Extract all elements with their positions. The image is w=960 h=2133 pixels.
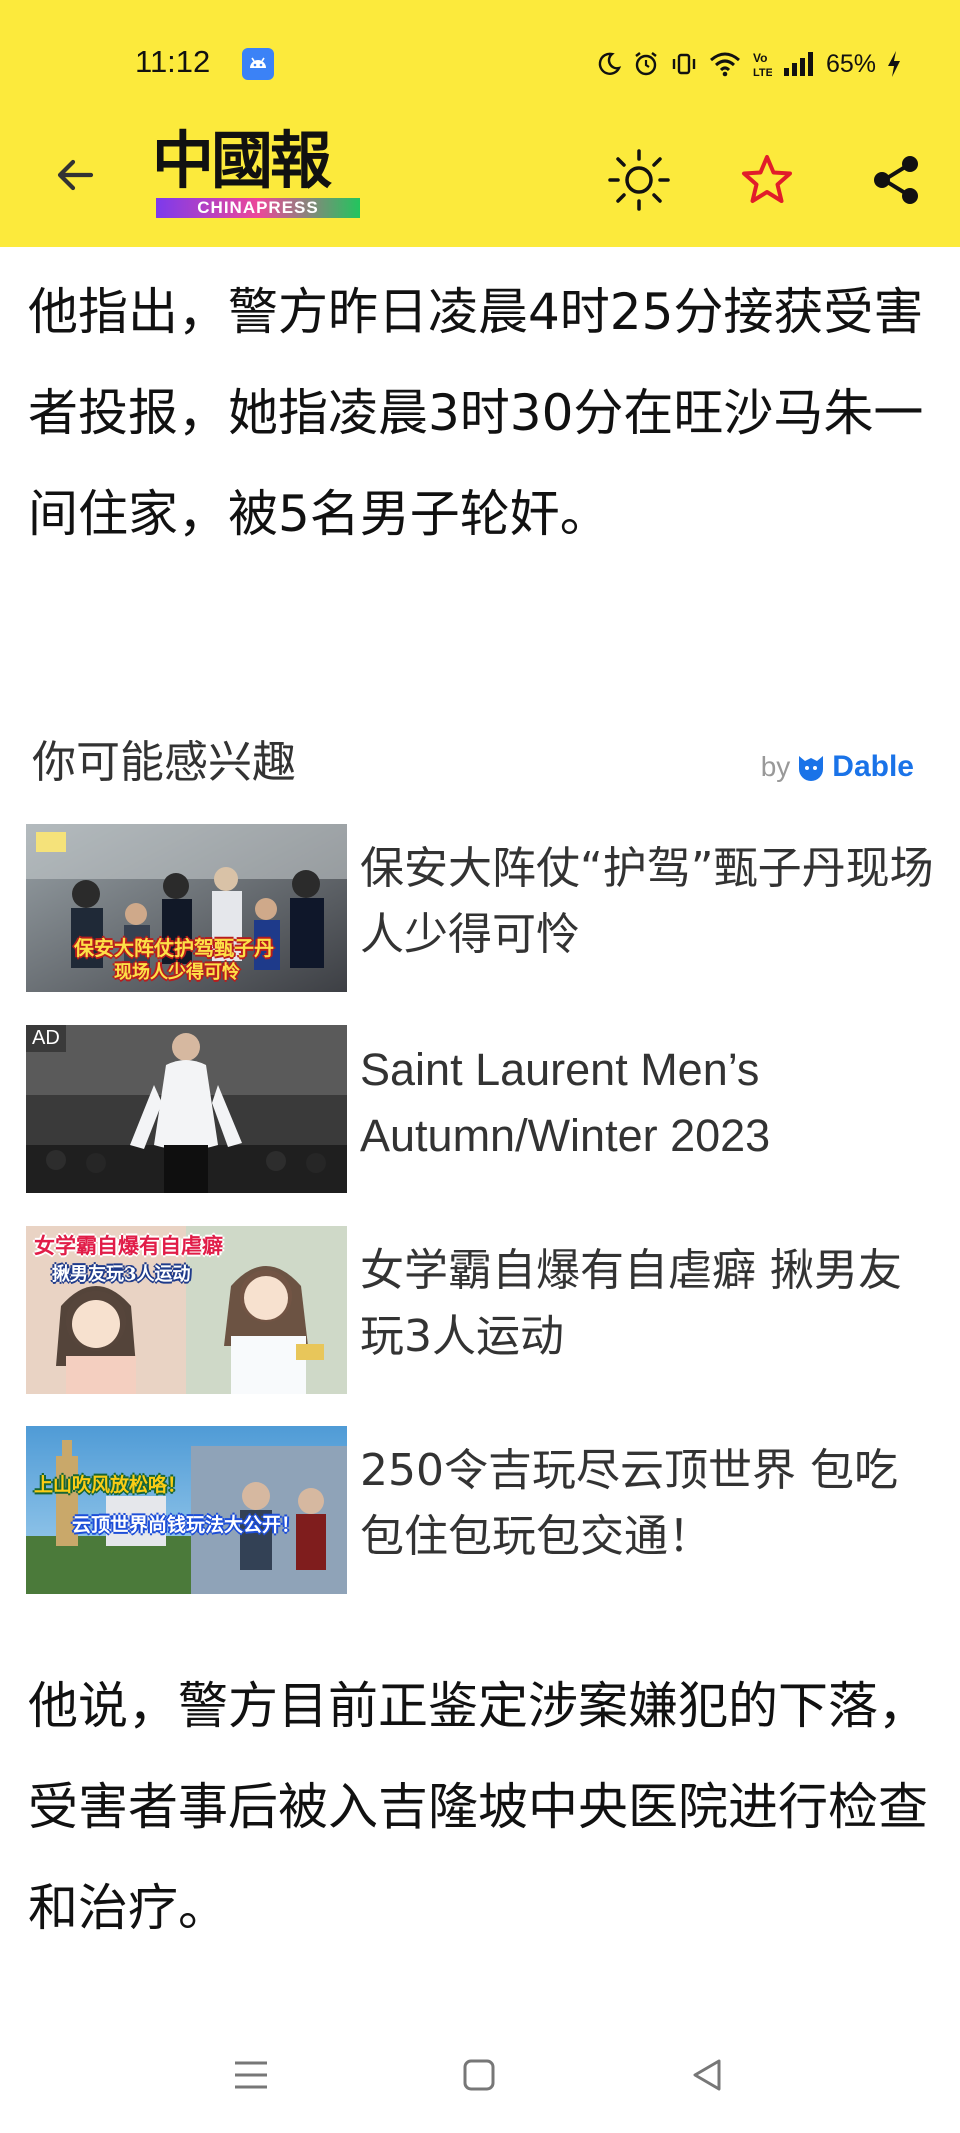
recommendation-item[interactable]: AD Saint Laurent Men’s Autumn/Winter 202…	[26, 1025, 936, 1193]
system-navigation-bar	[0, 2018, 960, 2133]
thumbnail-caption: 揪男友玩3人运动	[52, 1264, 191, 1285]
do-not-disturb-moon-icon	[596, 51, 622, 77]
back-nav-button[interactable]	[672, 2040, 742, 2110]
recommendation-title[interactable]: 保安大阵仗“护驾”甄子丹现场人少得可怜	[360, 836, 936, 968]
battery-percentage: 65%	[825, 49, 876, 78]
thumbnail-caption: 云顶世界尚钱玩法大公开！	[72, 1514, 301, 1536]
status-bar: 11:12 Vo LTE 65%	[0, 0, 960, 120]
app-header: 11:12 Vo LTE 65% 中國報 CHINAPRESS	[0, 0, 960, 247]
share-icon	[874, 156, 918, 204]
menu-lines-icon	[235, 2061, 267, 2089]
dable-logo-icon	[799, 756, 824, 781]
back-button[interactable]	[45, 145, 105, 205]
logo-english-text: CHINAPRESS	[156, 198, 360, 218]
brightness-button[interactable]	[604, 145, 674, 215]
recommendation-item[interactable]: 女学霸自爆有自虐癖 揪男友玩3人运动 女学霸自爆有自虐癖 揪男友玩3人运动	[26, 1226, 936, 1394]
chinapress-logo[interactable]: 中國報 CHINAPRESS	[152, 128, 362, 220]
recommendation-item[interactable]: 保安大阵仗护驾甄子丹 现场人少得可怜 保安大阵仗“护驾”甄子丹现场人少得可怜	[26, 824, 936, 992]
recommendation-title[interactable]: 女学霸自爆有自虐癖 揪男友玩3人运动	[360, 1238, 936, 1370]
article-paragraph: 他说，警方目前正鉴定涉案嫌犯的下落，受害者事后被入吉隆坡中央医院进行检查和治疗。	[28, 1677, 928, 1937]
dable-brand-name: Dable	[832, 750, 914, 783]
status-time: 11:12	[135, 44, 211, 79]
star-icon	[742, 155, 792, 203]
thumbnail-caption: 女学霸自爆有自虐癖	[34, 1233, 223, 1258]
volte-icon: Vo LTE	[752, 49, 772, 79]
recommendation-thumbnail: 女学霸自爆有自虐癖 揪男友玩3人运动	[26, 1226, 347, 1394]
recents-button[interactable]	[216, 2040, 286, 2110]
status-indicators: Vo LTE 65%	[596, 44, 902, 84]
square-home-icon	[463, 2059, 495, 2091]
recommendation-thumbnail: AD	[26, 1025, 347, 1193]
thumbnail-caption: 上山吹风放松咯！	[34, 1474, 187, 1496]
signal-strength-icon	[782, 50, 816, 78]
svg-text:Vo: Vo	[753, 51, 767, 65]
recommendation-title[interactable]: Saint Laurent Men’s Autumn/Winter 2023	[360, 1037, 936, 1169]
svg-text:LTE: LTE	[753, 67, 772, 79]
share-button[interactable]	[861, 145, 931, 215]
thumbnail-caption: 保安大阵仗护驾甄子丹	[74, 936, 274, 960]
recommendations-heading: 你可能感兴趣	[32, 737, 296, 788]
dable-attribution[interactable]: by Dable	[761, 750, 914, 784]
recommendation-item[interactable]: 上山吹风放松咯！ 云顶世界尚钱玩法大公开！ 250令吉玩尽云顶世界 包吃包住包玩…	[26, 1426, 936, 1594]
home-button[interactable]	[444, 2040, 514, 2110]
article-paragraph: 他指出，警方昨日凌晨4时25分接获受害者投报，她指凌晨3时30分在旺沙马朱一间住…	[28, 283, 924, 543]
thumbnail-caption: 现场人少得可怜	[114, 962, 240, 983]
vibrate-icon	[670, 50, 698, 78]
triangle-back-icon	[693, 2059, 721, 2091]
recommendation-thumbnail: 上山吹风放松咯！ 云顶世界尚钱玩法大公开！	[26, 1426, 347, 1594]
sun-icon	[608, 149, 670, 211]
wifi-icon	[708, 50, 742, 78]
dable-by-label: by	[760, 751, 791, 782]
arrow-left-icon	[57, 159, 94, 191]
app-toolbar: 中國報 CHINAPRESS	[0, 120, 960, 247]
recommendation-thumbnail: 保安大阵仗护驾甄子丹 现场人少得可怜	[26, 824, 347, 992]
android-notification-icon	[242, 48, 274, 80]
ad-badge: AD	[26, 1025, 66, 1052]
logo-chinese-text: 中國報	[152, 124, 332, 197]
favorite-button[interactable]	[732, 145, 802, 215]
charging-bolt-icon	[886, 50, 902, 78]
alarm-icon	[632, 50, 660, 78]
recommendation-title[interactable]: 250令吉玩尽云顶世界 包吃包住包玩包交通！	[360, 1438, 936, 1570]
